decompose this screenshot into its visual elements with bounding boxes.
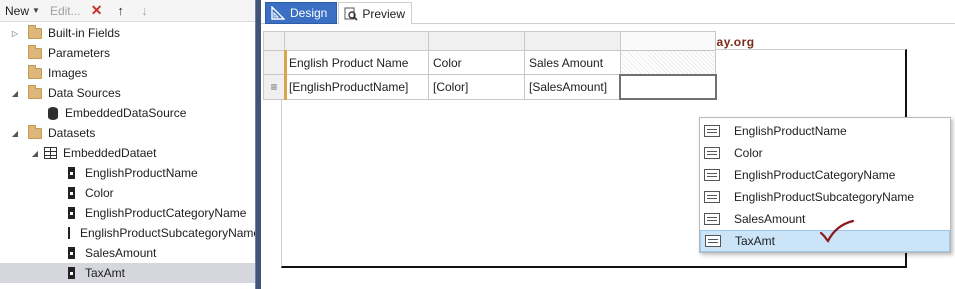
folder-icon xyxy=(28,124,42,139)
checkmark-annotation-icon xyxy=(819,219,855,243)
field-option-selected[interactable]: TaxAmt xyxy=(700,219,950,252)
new-button[interactable]: New ▼ xyxy=(5,0,40,22)
tree-item-label: Built-in Fields xyxy=(48,26,121,40)
field-icon xyxy=(68,267,75,279)
tree-item-label: EmbeddedDataet xyxy=(63,146,157,160)
header-cell[interactable]: English Product Name xyxy=(284,50,429,75)
delete-icon[interactable]: ✕ xyxy=(89,2,105,19)
column-handle[interactable] xyxy=(428,31,525,51)
header-cell[interactable]: Color xyxy=(428,50,525,75)
field-option-label: EnglishProductCategoryName xyxy=(734,168,896,182)
field-dropdown-list[interactable]: EnglishProductName Color EnglishProductC… xyxy=(699,117,951,253)
field-option-label: EnglishProductName xyxy=(734,124,847,138)
collapse-arrow-icon[interactable]: ◢ xyxy=(10,83,20,103)
tree-item-parameters[interactable]: Parameters xyxy=(0,43,255,63)
tree-item-field[interactable]: Color xyxy=(0,183,255,203)
field-icon xyxy=(68,187,75,199)
tree-item-label: TaxAmt xyxy=(85,266,126,280)
view-tab-bar: Design Preview xyxy=(261,0,955,24)
tree-item-field[interactable]: EnglishProductSubcategoryName xyxy=(0,223,255,243)
tree-item-embedded-dataset[interactable]: ◢ EmbeddedDataet xyxy=(0,143,255,163)
field-icon xyxy=(68,207,75,219)
column-handle[interactable] xyxy=(620,31,716,51)
tree-item-field[interactable]: EnglishProductName xyxy=(0,163,255,183)
field-option-label: TaxAmt xyxy=(735,234,776,248)
expand-arrow-icon[interactable]: ▷ xyxy=(10,23,20,43)
header-cell-empty[interactable] xyxy=(620,50,716,75)
data-cell-selected[interactable] xyxy=(619,74,717,100)
tree-item-label: EnglishProductSubcategoryName xyxy=(80,226,255,240)
field-option-label: Color xyxy=(734,146,763,160)
tab-preview[interactable]: Preview xyxy=(338,2,412,24)
report-data-toolbar: New ▼ Edit... ✕ ↑ ↓ xyxy=(0,0,255,22)
tree-item-field-selected[interactable]: TaxAmt xyxy=(0,263,255,283)
column-handle[interactable] xyxy=(284,31,429,51)
folder-icon xyxy=(28,84,42,99)
column-handle[interactable] xyxy=(524,31,621,51)
field-option[interactable]: EnglishProductCategoryName xyxy=(700,164,950,186)
header-cell[interactable]: Sales Amount xyxy=(524,50,621,75)
field-icon xyxy=(68,247,75,259)
collapse-arrow-icon[interactable]: ◢ xyxy=(10,123,20,143)
tree-item-field[interactable]: EnglishProductCategoryName xyxy=(0,203,255,223)
field-list-icon xyxy=(704,191,720,203)
field-icon xyxy=(68,167,75,179)
field-list-icon xyxy=(705,235,721,247)
tree-item-images[interactable]: Images xyxy=(0,63,255,83)
collapse-arrow-icon[interactable]: ◢ xyxy=(30,143,40,163)
preview-magnifier-icon xyxy=(343,6,358,22)
edit-button[interactable]: Edit... xyxy=(50,0,81,22)
tree-item-label: Data Sources xyxy=(48,86,121,100)
field-option[interactable]: EnglishProductName xyxy=(700,120,950,142)
tab-preview-label: Preview xyxy=(362,6,405,21)
dataset-grid-icon xyxy=(44,147,57,159)
report-data-pane: New ▼ Edit... ✕ ↑ ↓ ▷ Built-in Fields Pa… xyxy=(0,0,255,289)
tablix-corner-handle[interactable] xyxy=(263,31,285,51)
field-list-icon xyxy=(704,213,720,225)
field-list-icon xyxy=(704,169,720,181)
row-handle[interactable] xyxy=(263,50,285,75)
tab-design[interactable]: Design xyxy=(265,2,337,24)
tree-item-label: Color xyxy=(85,186,114,200)
tree-item-built-in-fields[interactable]: ▷ Built-in Fields xyxy=(0,23,255,43)
field-list-icon xyxy=(704,147,720,159)
new-button-label: New xyxy=(5,3,30,18)
tree-item-label: SalesAmount xyxy=(85,246,157,260)
tree-item-datasets[interactable]: ◢ Datasets xyxy=(0,123,255,143)
field-option[interactable]: EnglishProductSubcategoryName xyxy=(700,186,950,208)
design-ruler-icon xyxy=(270,5,286,21)
tree-item-label: Datasets xyxy=(48,126,96,140)
row-group-marker-icon: ≡ xyxy=(270,80,278,94)
tree-item-label: EnglishProductCategoryName xyxy=(85,206,247,220)
dropdown-caret-icon: ▼ xyxy=(32,6,40,15)
field-list-icon xyxy=(704,125,720,137)
tree-item-label: EmbeddedDataSource xyxy=(65,106,187,120)
folder-icon xyxy=(28,64,42,79)
report-designer: Design Preview ©tutorialgateway.org Engl… xyxy=(261,0,955,289)
data-cell[interactable]: [Color] xyxy=(428,74,525,100)
edit-button-label: Edit... xyxy=(49,3,81,18)
group-indicator xyxy=(284,50,287,75)
move-up-icon[interactable]: ↑ xyxy=(113,3,129,19)
field-icon xyxy=(68,227,73,239)
move-down-icon[interactable]: ↓ xyxy=(137,3,153,19)
data-cell[interactable]: [EnglishProductName] xyxy=(284,74,429,100)
tree-item-field[interactable]: SalesAmount xyxy=(0,243,255,263)
tab-design-label: Design xyxy=(290,6,328,20)
field-option[interactable]: Color xyxy=(700,142,950,164)
folder-icon xyxy=(28,44,42,59)
tree-item-label: EnglishProductName xyxy=(85,166,198,180)
tree-item-label: Parameters xyxy=(48,46,111,60)
field-option-label: SalesAmount xyxy=(734,212,806,226)
tree-item-embedded-data-source[interactable]: EmbeddedDataSource xyxy=(0,103,255,123)
field-option-label: EnglishProductSubcategoryName xyxy=(734,190,915,204)
folder-icon xyxy=(28,24,42,39)
tree-item-label: Images xyxy=(48,66,88,80)
design-surface[interactable]: ©tutorialgateway.org English Product Nam… xyxy=(261,25,955,289)
database-icon xyxy=(48,106,58,120)
tree-item-data-sources[interactable]: ◢ Data Sources xyxy=(0,83,255,103)
data-cell[interactable]: [SalesAmount] xyxy=(524,74,621,100)
